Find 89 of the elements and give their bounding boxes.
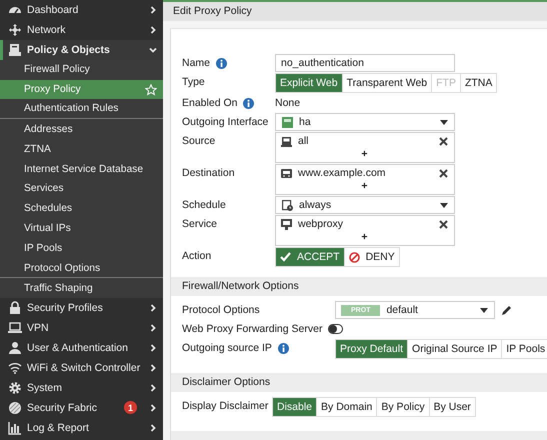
toggle-switch[interactable] (328, 324, 344, 334)
entry-label: all (298, 135, 310, 147)
gear-icon (8, 380, 22, 395)
remove-icon (439, 168, 448, 178)
menu-item[interactable]: Internet Service Database (0, 159, 163, 180)
value-text: None (275, 96, 300, 111)
notification-badge: 1 (124, 401, 137, 414)
chevron-right-icon (149, 404, 157, 412)
remove-icon (439, 136, 448, 146)
add-entry[interactable]: + (361, 231, 368, 244)
section-header: Firewall/Network Options (171, 277, 547, 296)
menu-item[interactable]: User & Authentication (0, 338, 163, 358)
menu-item[interactable]: Security Fabric 1 (0, 398, 163, 418)
menu-item[interactable]: Schedules (0, 198, 163, 219)
menu-item[interactable]: Policy & Objects (0, 40, 163, 60)
port-icon (282, 116, 293, 128)
menu-item[interactable]: Virtual IPs (0, 218, 163, 239)
field-label: Enabled On (182, 97, 238, 109)
chevron-right-icon (149, 26, 157, 34)
field-label: Name (182, 57, 210, 69)
user-icon (8, 341, 22, 356)
segment-button[interactable]: Proxy Default (336, 340, 408, 358)
section-header: Disclaimer Options (171, 373, 547, 392)
caret-down-icon (440, 120, 448, 124)
padlock-icon (8, 301, 22, 316)
chevron-right-icon (149, 304, 157, 312)
computer-icon (281, 136, 292, 146)
accept-button[interactable]: ACCEPT (276, 248, 345, 266)
chevron-down-icon (149, 46, 157, 54)
menu-item[interactable]: Network (0, 20, 163, 40)
chevron-right-icon (149, 364, 157, 372)
wifi-icon (8, 360, 22, 375)
menu-item[interactable]: WiFi & Switch Controller (0, 358, 163, 378)
menu-item[interactable]: Protocol Options (0, 258, 163, 278)
chevron-right-icon (149, 6, 157, 14)
field-label: Display Disclaimer (182, 400, 268, 412)
add-entry[interactable]: + (361, 148, 368, 161)
page-title: Edit Proxy Policy (163, 2, 547, 21)
field-label: Web Proxy Forwarding Server (182, 323, 322, 335)
dropdown[interactable]: always (275, 196, 455, 214)
laptop-icon (8, 321, 22, 336)
segment-button[interactable]: Explicit Web (276, 74, 343, 92)
field-label: Action (182, 250, 212, 262)
field-label: Schedule (182, 199, 226, 211)
striped-globe-icon (8, 400, 22, 415)
menu-item[interactable]: Addresses (0, 119, 163, 140)
menu-item[interactable]: ZTNA (0, 139, 163, 160)
field-label: Source (182, 135, 216, 147)
chevron-right-icon (149, 384, 157, 392)
checkmark-icon (280, 252, 291, 262)
chevron-right-icon (149, 424, 157, 432)
bar-chart-icon (8, 420, 22, 435)
remove-icon (439, 220, 448, 228)
menu-item[interactable]: System (0, 378, 163, 398)
field-label: Destination (182, 167, 235, 179)
text-field[interactable]: no_authentication (275, 54, 455, 72)
menu-item[interactable]: Proxy Policy (0, 80, 163, 100)
field-label: Protocol Options (182, 304, 260, 316)
menu-item[interactable]: Firewall Policy (0, 60, 163, 80)
entry-label: www.example.com (298, 167, 387, 179)
field-label: Outgoing Interface (182, 116, 268, 128)
menu-item[interactable]: VPN (0, 318, 163, 338)
field-label: Type (182, 76, 205, 88)
calendar-clock-icon (282, 200, 293, 210)
caret-down-icon (480, 308, 488, 312)
menu-item[interactable]: Traffic Shaping (0, 278, 163, 298)
entry-label: webproxy (298, 218, 344, 230)
address-list[interactable]: www.example.com + (275, 164, 455, 195)
move-arrows-icon (8, 22, 22, 37)
server-icon (281, 168, 292, 178)
menu-item[interactable]: Dashboard (0, 0, 163, 20)
dropdown[interactable]: ha (275, 113, 455, 131)
menu-item[interactable]: Log & Report (0, 418, 163, 438)
menu-item[interactable]: IP Pools (0, 238, 163, 259)
segment-button[interactable]: Disable (273, 398, 318, 416)
monitor-icon (281, 218, 292, 230)
prohibited-icon (348, 252, 360, 262)
field-label: Outgoing source IP (182, 342, 272, 354)
document-stack-icon (8, 42, 22, 57)
address-list[interactable]: all + (275, 132, 455, 163)
menu-item[interactable]: Authentication Rules (0, 99, 163, 120)
address-list[interactable]: webproxy + (275, 215, 455, 246)
field-label: Service (182, 218, 218, 230)
menu-item[interactable]: Services (0, 179, 163, 199)
chevron-right-icon (149, 344, 157, 352)
add-entry[interactable]: + (361, 180, 368, 193)
chevron-right-icon (149, 324, 157, 332)
caret-down-icon (440, 202, 448, 208)
menu-item[interactable]: Security Profiles (0, 298, 163, 318)
